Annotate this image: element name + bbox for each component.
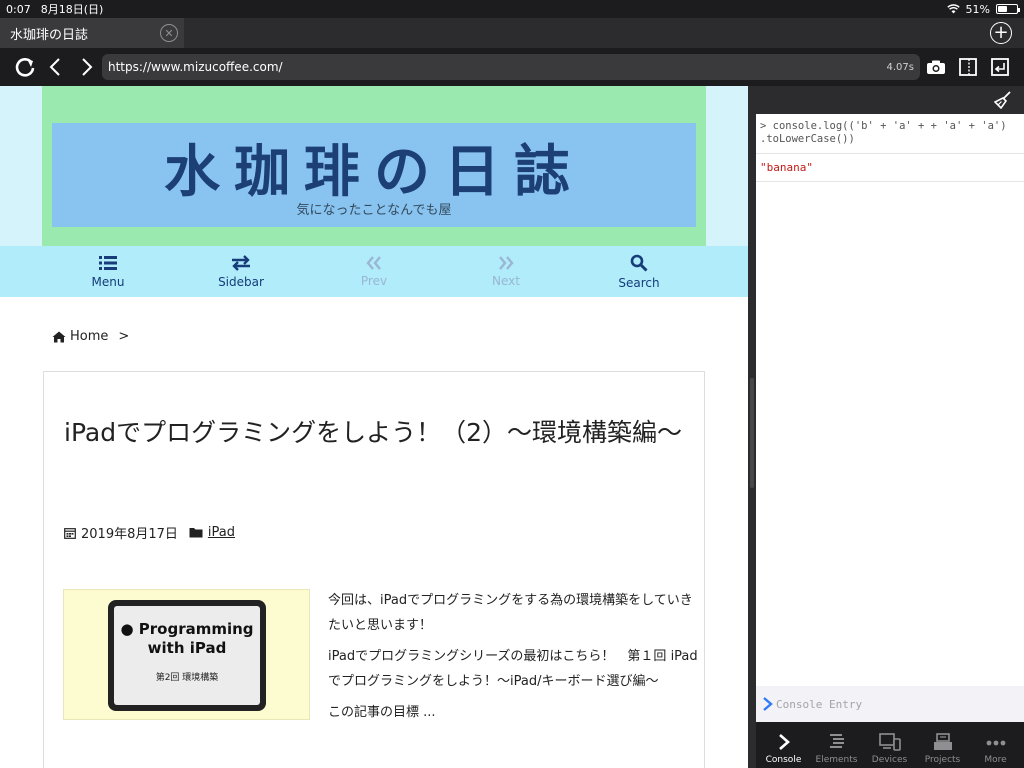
battery-percent: 51% xyxy=(965,2,990,16)
post-title[interactable]: iPadでプログラミングをしよう！（2）〜環境構築編〜 xyxy=(64,412,684,454)
divider-grip[interactable] xyxy=(750,378,754,488)
breadcrumb: Home > xyxy=(52,329,129,344)
thumbnail-line1: Programming xyxy=(138,620,254,638)
more-icon xyxy=(986,740,1005,746)
devtab-label: Projects xyxy=(924,755,961,765)
devtab-label: Console xyxy=(765,755,802,765)
tab-more[interactable]: More xyxy=(969,722,1022,768)
projects-icon xyxy=(933,733,952,750)
tab-title: 水珈琲の日誌 xyxy=(10,27,89,43)
ipad-screen: ● Programming with iPad 第2回 環境構築 xyxy=(114,606,260,705)
tab-strip: 水珈琲の日誌 ✕ + xyxy=(0,18,1024,48)
wifi-icon xyxy=(946,4,960,14)
nav-label: Menu xyxy=(91,274,125,289)
console-separator xyxy=(756,153,1024,154)
site-header: 水珈琲の日誌 気になったことなんでも屋 xyxy=(0,86,748,246)
ipad-illustration: ● Programming with iPad 第2回 環境構築 xyxy=(108,600,266,711)
site-logo-area[interactable]: 水珈琲の日誌 気になったことなんでも屋 xyxy=(52,123,696,227)
calendar-icon xyxy=(64,527,76,539)
apple-logo-icon: ● xyxy=(120,620,134,638)
tab-projects[interactable]: Projects xyxy=(916,722,969,768)
thumbnail-subtitle: 第2回 環境構築 xyxy=(155,673,219,683)
elements-icon xyxy=(829,734,844,748)
thumbnail-line2: with iPad xyxy=(147,639,227,657)
nav-sidebar[interactable]: Sidebar xyxy=(201,246,281,297)
nav-label: Search xyxy=(618,275,660,290)
status-time: 0:07 xyxy=(6,2,31,16)
nav-label: Next xyxy=(492,273,520,288)
console-entry-field[interactable]: Console Entry xyxy=(756,686,1024,722)
app-window: 0:07 8月18日(日) 51% 水珈琲の日誌 ✕ + https://www… xyxy=(0,0,1024,768)
tab-close-icon[interactable]: ✕ xyxy=(160,24,178,42)
console-header xyxy=(756,86,1024,114)
devtab-label: Elements xyxy=(815,755,858,765)
post-date: 2019年8月17日 xyxy=(81,527,178,542)
site-description: 気になったことなんでも屋 xyxy=(296,203,452,218)
post-meta: 2019年8月17日 iPad xyxy=(64,523,235,542)
clear-console-icon[interactable] xyxy=(994,91,1012,109)
home-icon xyxy=(52,331,66,342)
prompt-chevron-icon xyxy=(763,697,773,711)
rotate-layout-icon[interactable] xyxy=(988,54,1012,80)
tab-devices[interactable]: Devices xyxy=(863,722,916,768)
post-category-link[interactable]: iPad xyxy=(208,525,235,540)
console-separator xyxy=(756,181,1024,182)
double-chevron-left-icon xyxy=(366,255,381,270)
split-divider[interactable] xyxy=(748,86,756,768)
excerpt-paragraph[interactable]: iPadでプログラミングシリーズの最初はこちら！ 第１回 iPadでプログラミン… xyxy=(328,644,698,694)
nav-label: Sidebar xyxy=(218,274,264,289)
site-title: 水珈琲の日誌 xyxy=(164,140,584,205)
back-icon[interactable] xyxy=(44,54,66,80)
site-nav: Menu Sidebar Prev Next Search xyxy=(0,246,748,297)
thumbnail-heading: ● Programming with iPad xyxy=(114,620,260,658)
folder-icon xyxy=(189,528,203,538)
devtab-label: Devices xyxy=(871,755,908,765)
post-excerpt: 今回は、iPadでプログラミングをする為の環境構築をしていきたいと思います！ i… xyxy=(328,588,698,731)
battery-icon xyxy=(996,4,1020,14)
nav-search[interactable]: Search xyxy=(599,246,679,297)
nav-menu[interactable]: Menu xyxy=(68,246,148,297)
post-card: iPadでプログラミングをしよう！（2）〜環境構築編〜 2019年8月17日 i… xyxy=(43,371,705,768)
console-output: "banana" xyxy=(760,161,813,174)
arrows-exchange-icon xyxy=(232,254,250,271)
web-content[interactable]: 水珈琲の日誌 気になったことなんでも屋 Menu Sidebar Prev Ne… xyxy=(0,86,748,768)
excerpt-paragraph: この記事の目標 ... xyxy=(328,705,436,720)
list-icon xyxy=(99,255,117,270)
status-date: 8月18日(日) xyxy=(40,3,104,16)
new-tab-icon[interactable]: + xyxy=(990,22,1012,44)
console-icon xyxy=(778,734,790,750)
search-icon xyxy=(630,254,648,272)
nav-next[interactable]: Next xyxy=(466,246,546,297)
devtools-tabbar: Console Elements Devices Projects More xyxy=(756,722,1024,768)
post-thumbnail[interactable]: ● Programming with iPad 第2回 環境構築 xyxy=(63,589,310,720)
console-command: > console.log(('b' + 'a' + + 'a' + 'a') … xyxy=(760,120,1007,145)
console-panel: > console.log(('b' + 'a' + + 'a' + 'a') … xyxy=(756,86,1024,722)
breadcrumb-separator: > xyxy=(118,329,130,344)
reload-icon[interactable] xyxy=(12,54,38,80)
tab-elements[interactable]: Elements xyxy=(810,722,863,768)
console-entry-placeholder: Console Entry xyxy=(776,697,863,711)
url-text: https://www.mizucoffee.com/ xyxy=(108,60,283,74)
tab-console[interactable]: Console xyxy=(757,722,810,768)
nav-prev[interactable]: Prev xyxy=(334,246,414,297)
browser-tab[interactable]: 水珈琲の日誌 xyxy=(0,18,184,48)
url-field[interactable]: https://www.mizucoffee.com/ 4.07s xyxy=(102,54,920,80)
split-view-icon[interactable] xyxy=(956,54,980,80)
camera-icon[interactable] xyxy=(924,54,948,80)
load-time: 4.07s xyxy=(886,61,914,73)
breadcrumb-home-link[interactable]: Home xyxy=(70,329,108,344)
battery-fill xyxy=(998,6,1007,12)
forward-icon[interactable] xyxy=(76,54,98,80)
excerpt-paragraph: 今回は、iPadでプログラミングをする為の環境構築をしていきたいと思います！ xyxy=(328,593,693,633)
nav-label: Prev xyxy=(360,273,388,288)
double-chevron-right-icon xyxy=(499,255,514,270)
status-bar: 0:07 8月18日(日) 51% xyxy=(0,0,1024,18)
devtab-label: More xyxy=(984,755,1007,765)
devices-icon xyxy=(878,733,901,751)
